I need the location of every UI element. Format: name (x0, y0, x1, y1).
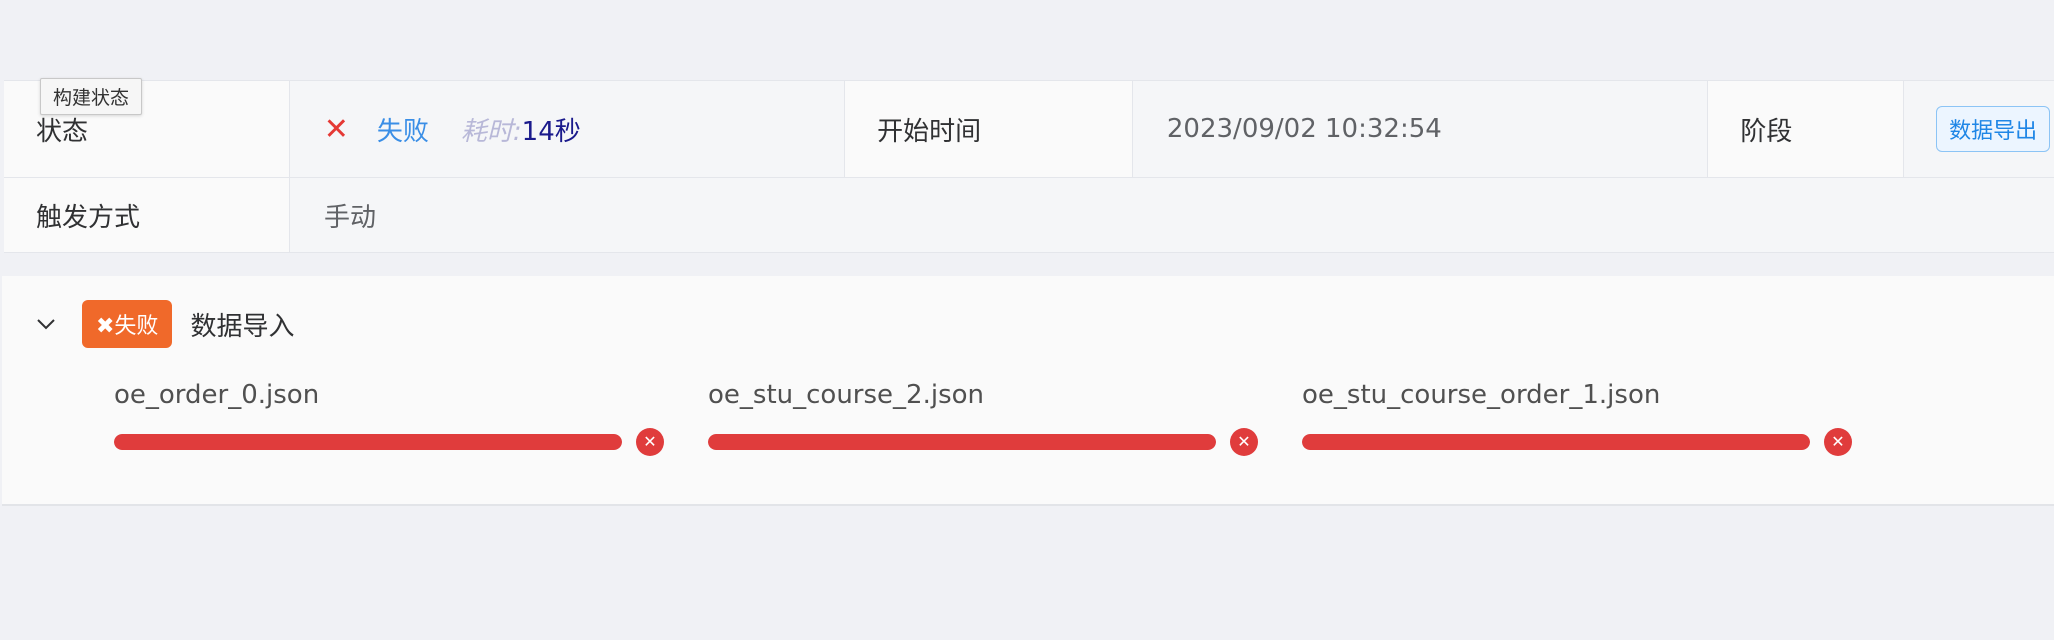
progress-fill (114, 434, 622, 450)
stage-value-cell: 数据导出 (1904, 81, 2054, 177)
progress-fill (708, 434, 1216, 450)
stage-panel: ✖失败 数据导入 oe_order_0.json ✕ oe_stu_course… (2, 276, 2054, 506)
file-name: oe_order_0.json (114, 380, 320, 410)
stage-panel-header[interactable]: ✖失败 数据导入 (36, 300, 294, 348)
start-time-label: 开始时间 (845, 81, 1133, 177)
stage-tag[interactable]: 数据导出 (1936, 106, 2051, 152)
error-icon: ✕ (1824, 428, 1852, 456)
file-item: oe_stu_course_order_1.json ✕ (1302, 380, 1862, 456)
close-icon: ✕ (323, 111, 349, 147)
file-name: oe_stu_course_order_1.json (1302, 380, 1661, 410)
progress-bar (708, 434, 1216, 450)
trigger-value: 手动 (290, 178, 2054, 252)
details-row-2: 触发方式 手动 (4, 177, 2054, 252)
progress-fill (1302, 434, 1810, 450)
progress-bar (114, 434, 622, 450)
elapsed-label: 耗时: (460, 116, 522, 147)
trigger-label: 触发方式 (4, 178, 290, 252)
start-time-value: 2023/09/02 10:32:54 (1132, 81, 1709, 177)
file-item: oe_stu_course_2.json ✕ (708, 380, 1268, 456)
stage-title: 数据导入 (190, 311, 295, 342)
error-icon: ✕ (1230, 428, 1258, 456)
file-name: oe_stu_course_2.json (708, 380, 984, 410)
error-icon: ✕ (636, 428, 664, 456)
file-item: oe_order_0.json ✕ (114, 380, 674, 456)
stage-label: 阶段 (1708, 81, 1905, 177)
build-status-tooltip: 构建状态 (40, 78, 143, 115)
status-fail-text[interactable]: 失败 (377, 111, 429, 148)
build-details-table: 状态 ✕ 失败 耗时: 14秒 开始时间 2023/09/02 10:32:54… (4, 80, 2054, 253)
status-value-cell: ✕ 失败 耗时: 14秒 (289, 81, 846, 177)
details-row-1: 状态 ✕ 失败 耗时: 14秒 开始时间 2023/09/02 10:32:54… (4, 81, 2054, 177)
elapsed-value: 14秒 (521, 116, 581, 147)
stage-status-tag: ✖失败 (82, 300, 173, 348)
progress-bar (1302, 434, 1810, 450)
chevron-down-icon[interactable] (36, 314, 56, 334)
